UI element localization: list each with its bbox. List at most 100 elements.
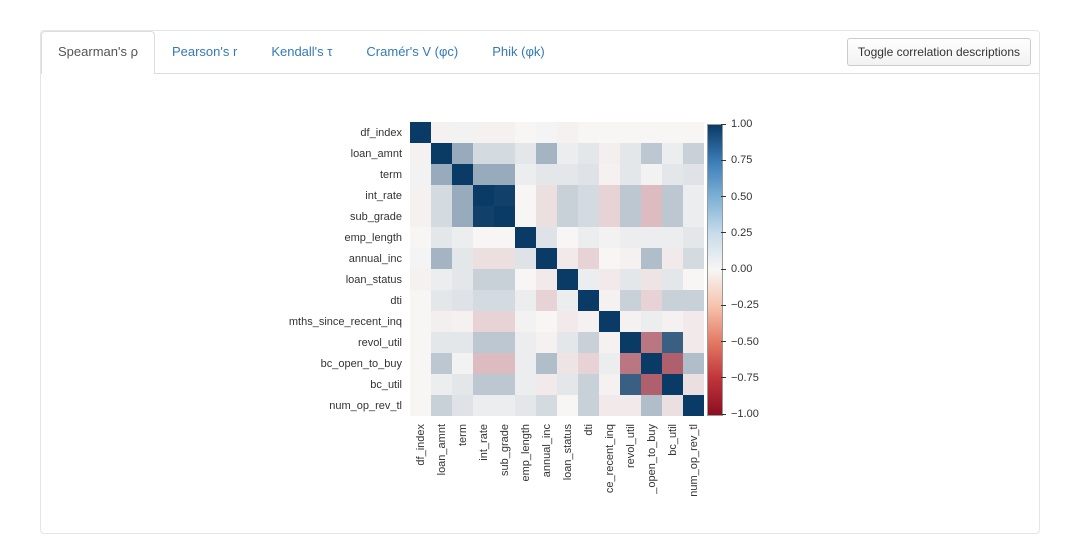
tab-kendall[interactable]: Kendall's τ — [254, 31, 349, 74]
heatmap-cell — [578, 227, 599, 248]
x-label: num_op_rev_tl — [688, 420, 700, 510]
x-label: _open_to_buy — [646, 420, 658, 510]
heatmap-cell — [578, 164, 599, 185]
heatmap-cell — [599, 248, 620, 269]
heatmap-chart: df_indexloan_amnttermint_ratesub_gradeem… — [41, 74, 1039, 534]
heatmap-cell — [515, 290, 536, 311]
heatmap-cell — [452, 290, 473, 311]
heatmap-cell — [641, 269, 662, 290]
colorbar-tick: −0.25 — [721, 299, 759, 311]
tab-cramer[interactable]: Cramér's V (φc) — [349, 31, 475, 74]
x-label: ce_recent_inq — [604, 420, 616, 510]
heatmap-cell — [578, 122, 599, 143]
heatmap-cell — [683, 353, 704, 374]
heatmap-cell — [536, 143, 557, 164]
heatmap-cell — [599, 122, 620, 143]
heatmap-cell — [641, 122, 662, 143]
x-label: term — [457, 420, 469, 510]
colorbar-tick: 0.50 — [721, 191, 752, 203]
heatmap-cell — [641, 353, 662, 374]
heatmap-cell — [515, 353, 536, 374]
heatmap-cell — [683, 185, 704, 206]
y-axis-labels: df_indexloan_amnttermint_ratesub_gradeem… — [41, 122, 408, 416]
heatmap-cell — [410, 374, 431, 395]
heatmap-cell — [578, 143, 599, 164]
heatmap-cell — [431, 164, 452, 185]
heatmap-cell — [578, 353, 599, 374]
y-label: bc_open_to_buy — [41, 353, 408, 374]
x-label: dti — [583, 420, 595, 510]
toggle-descriptions-button[interactable]: Toggle correlation descriptions — [847, 38, 1031, 66]
heatmap-cell — [662, 374, 683, 395]
colorbar-tick: 0.25 — [721, 227, 752, 239]
heatmap-cell — [494, 185, 515, 206]
tab-phik[interactable]: Phik (φk) — [475, 31, 562, 74]
heatmap-cell — [473, 290, 494, 311]
heatmap-cell — [515, 227, 536, 248]
heatmap-cell — [452, 332, 473, 353]
y-label: sub_grade — [41, 206, 408, 227]
heatmap-cell — [494, 248, 515, 269]
heatmap-cell — [620, 122, 641, 143]
heatmap-cell — [620, 164, 641, 185]
heatmap-cell — [662, 248, 683, 269]
heatmap-cell — [515, 206, 536, 227]
heatmap-cell — [515, 311, 536, 332]
heatmap-cell — [473, 143, 494, 164]
heatmap-cell — [431, 206, 452, 227]
heatmap-cell — [578, 290, 599, 311]
y-label: loan_status — [41, 269, 408, 290]
heatmap-cell — [578, 206, 599, 227]
heatmap-cell — [599, 206, 620, 227]
heatmap-cell — [620, 332, 641, 353]
heatmap-cell — [683, 248, 704, 269]
heatmap-cell — [452, 353, 473, 374]
heatmap-cell — [641, 395, 662, 416]
y-label: mths_since_recent_inq — [41, 311, 408, 332]
heatmap-cell — [641, 311, 662, 332]
heatmap-cell — [473, 206, 494, 227]
heatmap-cell — [536, 290, 557, 311]
tab-pearson[interactable]: Pearson's r — [155, 31, 254, 74]
heatmap-cell — [410, 164, 431, 185]
heatmap-cell — [641, 227, 662, 248]
heatmap-cell — [599, 143, 620, 164]
heatmap-cell — [410, 332, 431, 353]
heatmap-cell — [599, 353, 620, 374]
heatmap-cell — [662, 122, 683, 143]
y-label: emp_length — [41, 227, 408, 248]
heatmap-cell — [410, 290, 431, 311]
heatmap-cell — [494, 311, 515, 332]
heatmap-cell — [431, 332, 452, 353]
heatmap-cell — [662, 332, 683, 353]
heatmap-cell — [683, 290, 704, 311]
heatmap-cell — [452, 206, 473, 227]
heatmap-cell — [410, 185, 431, 206]
heatmap-cell — [662, 395, 683, 416]
y-label: num_op_rev_tl — [41, 395, 408, 416]
heatmap-cell — [431, 311, 452, 332]
heatmap-cell — [536, 353, 557, 374]
heatmap-cell — [662, 227, 683, 248]
heatmap-cell — [494, 395, 515, 416]
heatmap-cell — [620, 269, 641, 290]
heatmap-cell — [431, 290, 452, 311]
heatmap-cell — [473, 248, 494, 269]
heatmap-grid — [410, 122, 704, 416]
heatmap-cell — [536, 248, 557, 269]
heatmap-cell — [452, 164, 473, 185]
heatmap-cell — [662, 206, 683, 227]
tab-spearman[interactable]: Spearman's ρ — [41, 31, 155, 74]
colorbar-tick: −0.75 — [721, 372, 759, 384]
y-label: int_rate — [41, 185, 408, 206]
heatmap-cell — [452, 185, 473, 206]
heatmap-cell — [620, 206, 641, 227]
heatmap-cell — [410, 269, 431, 290]
correlation-panel: Spearman's ρ Pearson's r Kendall's τ Cra… — [40, 30, 1040, 534]
heatmap-cell — [662, 164, 683, 185]
heatmap-cell — [431, 248, 452, 269]
heatmap-cell — [578, 248, 599, 269]
heatmap-cell — [683, 311, 704, 332]
heatmap-cell — [641, 332, 662, 353]
heatmap-cell — [473, 395, 494, 416]
